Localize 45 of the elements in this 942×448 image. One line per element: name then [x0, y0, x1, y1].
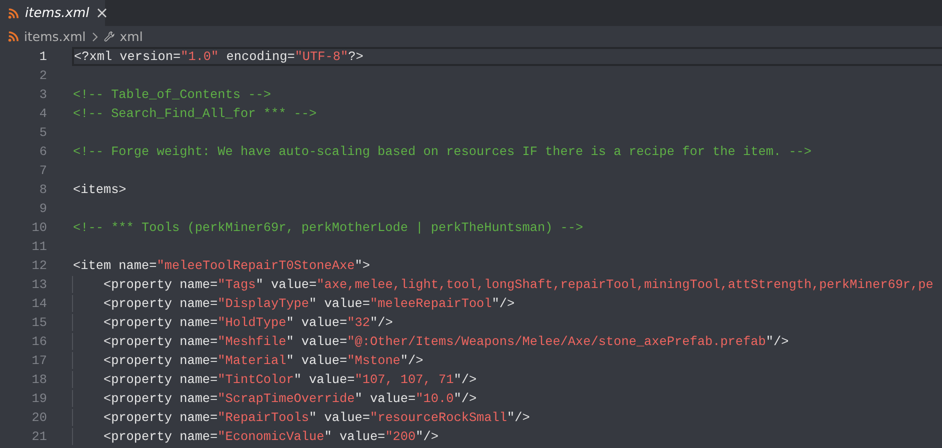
rss-icon [8, 31, 19, 42]
code-line: <!-- Search_Find_All_for *** --> [72, 105, 318, 123]
line-number: 4 [38, 105, 48, 123]
line-number: 11 [30, 238, 48, 256]
line-number: 3 [38, 86, 48, 104]
line-number: 8 [38, 181, 48, 199]
line-number: 19 [30, 390, 48, 408]
code-line: <property name="HoldType" value="32"/> [72, 313, 942, 332]
line-number: 7 [38, 162, 48, 180]
line-number: 13 [30, 276, 48, 294]
code-line: <!-- Table_of_Contents --> [72, 86, 272, 104]
code-line: <property name="ScrapTimeOverride" value="10.0"/> [72, 389, 942, 408]
code-line: <!-- *** Tools (perkMiner69r, perkMotherLode | perkTheHuntsman) --> [72, 219, 584, 237]
code-line: <?xml version="1.0" encoding="UTF-8"?> [72, 47, 942, 66]
chevron-icon [92, 32, 98, 42]
code-line: <property name="EconomicValue" value="200"/> [72, 427, 942, 446]
close-button[interactable] [95, 6, 110, 20]
line-number: 10 [30, 219, 48, 237]
code-line: <property name="RepairTools" value="resourceRockSmall"/> [72, 408, 942, 427]
line-number: 14 [30, 295, 48, 313]
code-line: <property name="Tags" value="axe,melee,light,tool,longShaft,repairTool,miningTool,attStrength,perkMiner69r,pe [72, 275, 942, 294]
rss-icon [8, 8, 19, 18]
breadcrumb-item[interactable]: items.xml [8, 29, 86, 44]
line-number: 15 [30, 314, 48, 332]
code-line: <property name="Meshfile" value="@:Other/Items/Weapons/Melee/Axe/stone_axePrefab.prefab"/> [72, 332, 942, 351]
line-number: 17 [30, 352, 48, 370]
code-line: <property name="TintColor" value="107, 107, 71"/> [72, 370, 942, 389]
line-number: 18 [30, 371, 48, 389]
editor-tab[interactable]: items.xml [0, 0, 105, 26]
line-number: 12 [30, 257, 48, 275]
line-number: 21 [30, 428, 48, 446]
line-number: 1 [38, 48, 48, 66]
wrench-icon [104, 31, 115, 42]
breadcrumb-item[interactable]: xml [104, 29, 143, 44]
code-line: <!-- Forge weight: We have auto-scaling based on resources IF there is a recipe for the item. --> [72, 143, 813, 161]
code-line: <items> [72, 181, 128, 199]
code-line: <property name="Material" value="Mstone"/> [72, 351, 942, 370]
code-line: <item name="meleeToolRepairT0StoneAxe"> [72, 257, 371, 275]
line-number: 5 [38, 124, 48, 142]
line-number: 20 [30, 409, 48, 427]
line-number: 16 [30, 333, 48, 351]
code-line: <property name="DisplayType" value="meleeRepairTool"/> [72, 294, 942, 313]
line-number: 6 [38, 143, 48, 161]
line-number: 9 [38, 200, 48, 218]
line-number: 2 [38, 67, 48, 85]
